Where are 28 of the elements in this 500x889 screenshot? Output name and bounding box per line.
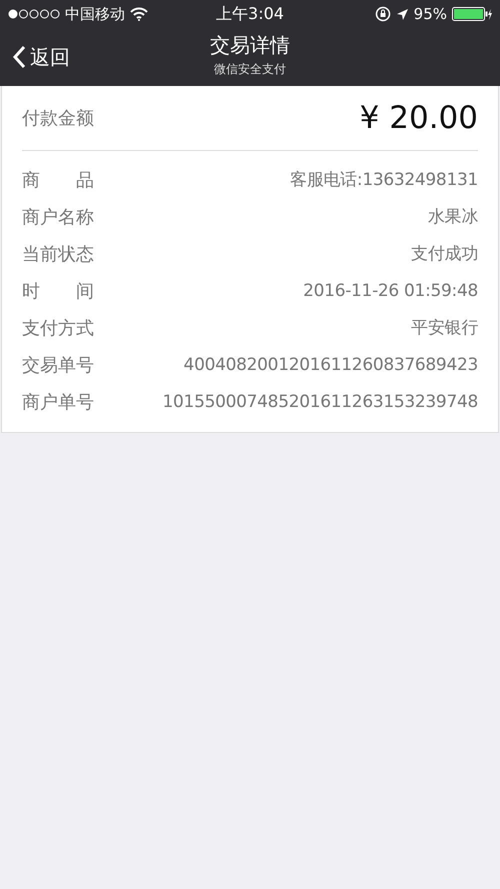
detail-label: 时 间 <box>22 280 94 302</box>
detail-value: 客服电话:13632498131 <box>290 169 478 191</box>
detail-value: 2016-11-26 01:59:48 <box>303 280 478 300</box>
back-button[interactable]: 返回 <box>0 44 70 70</box>
status-time: 上午3:04 <box>216 4 284 22</box>
detail-label: 支付方式 <box>22 316 94 340</box>
detail-value: 101550007485201611263153239748 <box>162 392 478 412</box>
wifi-icon <box>130 7 148 21</box>
location-arrow-icon <box>396 8 409 20</box>
chevron-left-icon <box>12 45 26 69</box>
detail-value: 4004082001201611260837689423 <box>184 354 478 374</box>
battery-percent: 95% <box>414 5 447 23</box>
detail-value: 支付成功 <box>411 243 478 265</box>
detail-label: 商 品 <box>22 168 94 192</box>
detail-label: 商户名称 <box>22 206 94 228</box>
detail-label: 当前状态 <box>22 242 94 266</box>
detail-label: 商户单号 <box>22 390 94 414</box>
detail-value: 平安银行 <box>411 317 478 339</box>
page-title: 交易详情 <box>210 32 290 59</box>
carrier-name: 中国移动 <box>65 4 125 24</box>
detail-label: 交易单号 <box>22 354 94 376</box>
detail-value: 水果冰 <box>428 206 478 228</box>
battery-icon <box>452 7 492 21</box>
signal-icon <box>8 9 60 19</box>
amount-label: 付款金额 <box>22 107 94 130</box>
amount-value: ¥ 20.00 <box>360 100 478 136</box>
page-subtitle: 微信安全支付 <box>214 61 286 78</box>
rotation-lock-icon <box>374 6 391 22</box>
